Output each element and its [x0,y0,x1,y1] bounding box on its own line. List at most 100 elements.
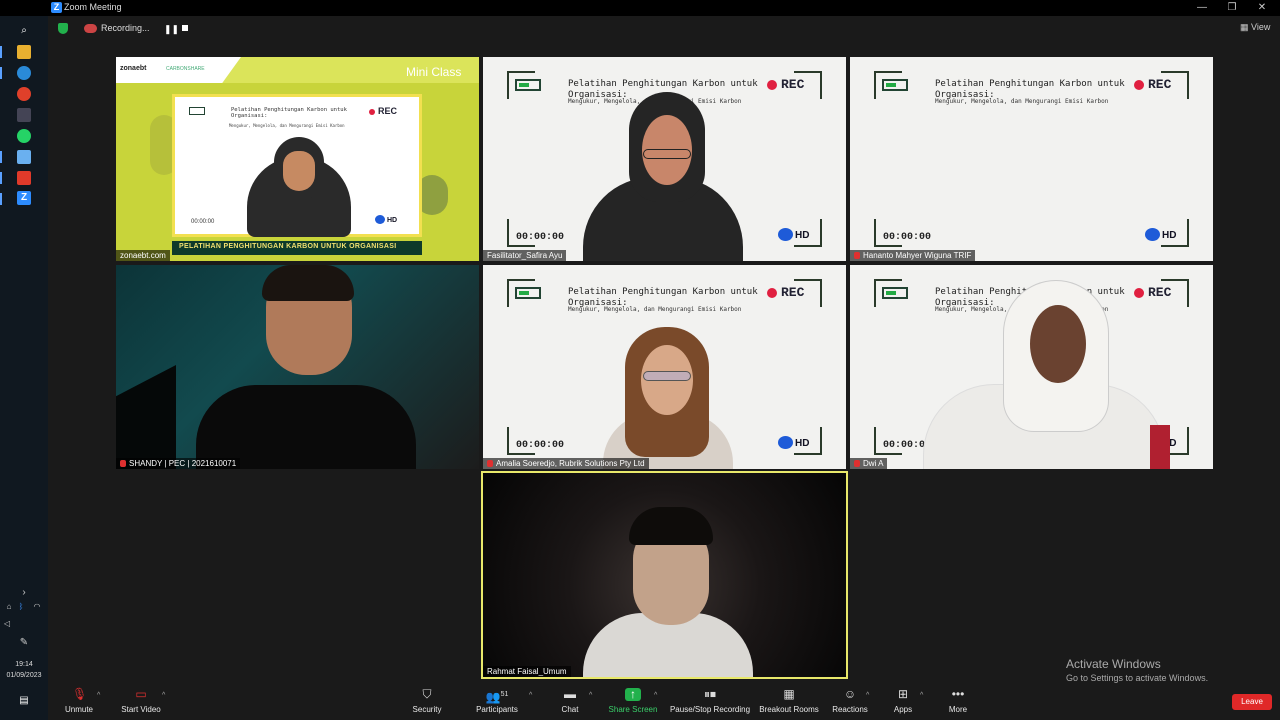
participant-name: Hananto Mahyer Wiguna TRIF [850,250,976,261]
view-button[interactable]: ▦ View [1240,22,1270,33]
more-button[interactable]: ••• More [944,687,972,715]
muted-microphone-icon: 🎙︎ [72,687,88,701]
file-explorer-icon[interactable] [17,45,31,59]
activate-windows-watermark: Activate Windows Go to Settings to activ… [1066,657,1209,683]
recording-indicator: Recording... ❚❚ [52,20,204,38]
cloud-recording-icon [84,24,97,33]
window-title: Zoom Meeting [64,2,122,12]
clock-time[interactable]: 19:14 [0,661,48,668]
close-button[interactable]: ✕ [1250,1,1274,14]
participant-name: Fasilitator_Safira Ayu [483,250,567,261]
bluetooth-icon[interactable]: ᛒ [14,600,28,614]
participants-options-caret[interactable]: ^ [529,692,532,699]
session-banner: PELATIHAN PENGHITUNGAN KARBON UNTUK ORGA… [179,243,397,250]
volume-icon[interactable]: ◁ [0,617,14,631]
security-button[interactable]: ⛉ Security [408,687,446,715]
apps-button[interactable]: ⊞ Apps [890,688,916,715]
muted-mic-icon [487,460,493,467]
battery-icon [882,79,908,91]
participants-button[interactable]: 👥51 Participants [474,688,520,715]
reactions-options-caret[interactable]: ^ [866,692,869,699]
edge-icon[interactable] [17,66,31,80]
app-icon[interactable] [17,108,31,122]
participant-name: zonaebt.com [116,250,170,261]
hd-badge: HD [1145,228,1176,241]
slide-subtitle: Mengukur, Mengelola, dan Mengurangi Emis… [935,98,1109,105]
camera-icon [778,436,793,449]
participants-count: 51 [500,691,509,698]
battery-icon [882,287,908,299]
windows-taskbar: ⊞ ⌕ Z › ⌂ ᛒ ◠ ◁ ✎ 19:14 01/09/2023 ▤ [0,0,48,720]
start-video-button[interactable]: ▭ Start Video [118,687,164,715]
hd-badge: HD [778,228,809,241]
shield-icon: ⛉ [422,687,432,701]
apps-options-caret[interactable]: ^ [920,692,923,699]
chat-options-caret[interactable]: ^ [589,692,592,699]
chevron-right-icon[interactable]: › [17,586,31,600]
participant-name: Amalia Soeredjo, Rubrik Solutions Pty Lt… [483,458,649,469]
video-off-icon: ▭ [135,687,147,701]
pause-recording-button[interactable]: ❚❚ [164,24,179,35]
video-tile[interactable]: SHANDY | PEC | 2021610071 [116,265,479,469]
participant-video [196,385,416,469]
wifi-icon[interactable]: ◠ [30,600,44,614]
chat-button[interactable]: ▬ Chat [556,687,584,715]
window-titlebar: Z Zoom Meeting — ❐ ✕ [0,0,1280,16]
stop-recording-button[interactable] [182,25,188,31]
share-screen-button[interactable]: ↑ Share Screen [606,688,660,715]
leave-button[interactable]: Leave [1232,694,1272,710]
participant-name: SHANDY | PEC | 2021610071 [116,458,241,469]
timer: 00:00:00 [516,232,565,243]
timer: 00:00:00 [516,440,565,451]
maximize-button[interactable]: ❐ [1220,1,1244,14]
video-tile[interactable]: Pelatihan Penghitungan Karbon untuk Orga… [483,57,846,261]
video-tile[interactable]: Pelatihan Penghitungan Karbon untuk Orga… [483,265,846,469]
chrome-icon[interactable] [17,87,31,101]
share-screen-icon: ↑ [625,688,641,701]
battery-icon [515,287,541,299]
pdf-icon[interactable] [17,171,31,185]
recording-status: Recording... [101,23,150,33]
reactions-button[interactable]: ☺ Reactions [830,688,870,715]
participant-name: Rahmat Faisal_Umum [483,666,571,677]
audio-options-caret[interactable]: ^ [97,692,100,699]
zoom-logo-icon: Z [51,2,62,13]
muted-mic-icon [854,460,860,467]
app-icon[interactable] [17,150,31,164]
breakout-rooms-icon: ▦ [783,687,795,701]
muted-mic-icon [120,460,126,467]
unmute-button[interactable]: 🎙︎ Unmute [60,687,98,715]
active-speaker-tile[interactable]: Rahmat Faisal_Umum [481,471,848,679]
video-tile[interactable]: Pelatihan Penghitungan Karbon untuk Orga… [850,57,1213,261]
chat-icon: ▬ [564,687,576,701]
view-label: View [1251,22,1271,32]
muted-mic-icon [854,252,860,259]
share-options-caret[interactable]: ^ [654,692,657,699]
search-icon[interactable]: ⌕ [17,24,31,38]
battery-icon [515,79,541,91]
video-tile[interactable]: Pelatihan Penghitungan Karbon untuk Orga… [850,265,1213,469]
breakout-rooms-button[interactable]: ▦ Breakout Rooms [758,687,820,715]
notification-icon[interactable]: ▤ [17,694,31,708]
rec-dot-icon [767,288,777,298]
meeting-toolbar [48,684,1280,720]
zoom-taskbar-icon[interactable]: Z [17,191,31,205]
pen-icon[interactable]: ✎ [17,636,31,650]
hd-badge: HD [778,436,809,449]
participant-name: Dwi A [850,458,888,469]
brand-logo: zonaebt [120,65,147,72]
minimize-button[interactable]: — [1190,1,1214,14]
more-dots-icon: ••• [951,687,965,701]
whatsapp-icon[interactable] [17,129,31,143]
video-options-caret[interactable]: ^ [162,692,165,699]
rec-dot-icon [1134,80,1144,90]
pause-stop-recording-button[interactable]: ⏸⏹ Pause/Stop Recording [668,688,752,715]
participants-icon: 👥51 [485,690,509,704]
video-tile[interactable]: zonaebt CARBONSHARE Mini Class Pelatihan… [116,57,479,261]
partner-logo: CARBONSHARE [166,66,205,72]
rec-dot-icon [767,80,777,90]
glasses-icon [643,371,691,381]
shield-icon [58,23,68,34]
clock-date[interactable]: 01/09/2023 [0,672,48,679]
rec-label: REC [781,285,805,300]
